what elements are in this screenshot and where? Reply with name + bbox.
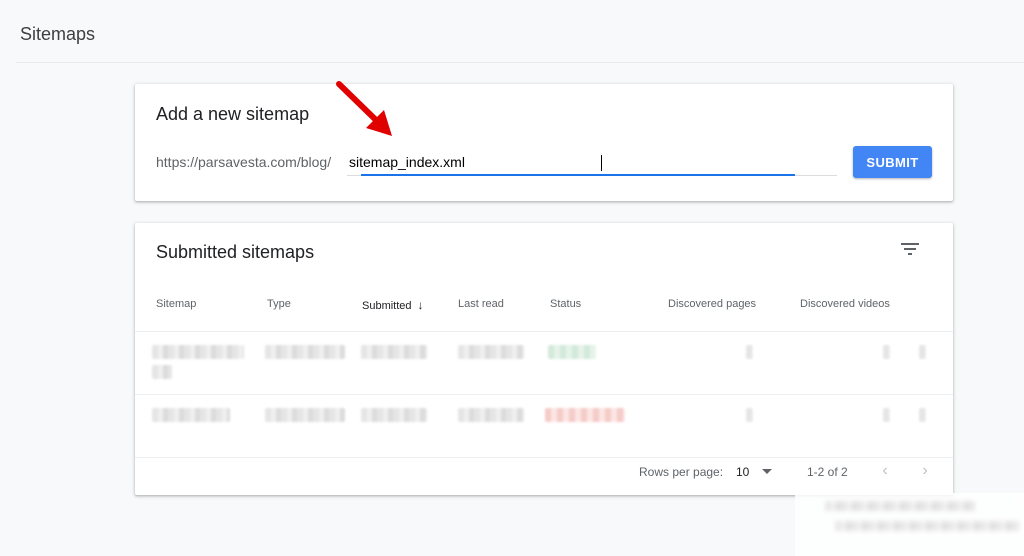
sitemap-url-input[interactable]: [347, 151, 839, 173]
redacted-discovered-pages: [746, 408, 753, 422]
redacted-type: [265, 408, 345, 422]
arrow-down-icon: ↓: [417, 298, 424, 312]
redacted-status: [545, 408, 625, 422]
chevron-left-icon[interactable]: ‹: [875, 461, 895, 481]
annotation-arrow-icon: [336, 81, 392, 136]
redacted-sitemap: [152, 408, 230, 422]
filter-icon[interactable]: [901, 242, 919, 256]
redacted-discovered-videos: [883, 345, 890, 359]
column-header-status[interactable]: Status: [550, 298, 581, 310]
submit-button[interactable]: SUBMIT: [853, 146, 932, 178]
column-header-submitted-label: Submitted: [362, 300, 412, 312]
submitted-sitemaps-card: Submitted sitemaps Sitemap Type Submitte…: [135, 223, 953, 495]
redacted-sitemap-2: [152, 365, 172, 379]
redacted-status: [548, 345, 596, 359]
column-header-submitted[interactable]: Submitted ↓: [362, 298, 424, 312]
add-sitemap-card: Add a new sitemap https://parsavesta.com…: [135, 84, 953, 201]
sitemap-input-wrapper: [347, 151, 839, 176]
column-header-sitemap[interactable]: Sitemap: [156, 298, 196, 310]
redacted-watermark-line-2: [835, 521, 1020, 531]
redacted-discovered-videos: [883, 408, 890, 422]
table-row[interactable]: [135, 331, 953, 395]
submitted-sitemaps-title: Submitted sitemaps: [156, 242, 315, 262]
redacted-last-read: [458, 408, 524, 422]
redacted-watermark-line-1: [825, 501, 975, 511]
column-header-discovered-pages[interactable]: Discovered pages: [668, 298, 756, 310]
page-range: 1-2 of 2: [807, 465, 848, 479]
input-focus-underline: [361, 174, 795, 176]
dropdown-icon[interactable]: [762, 469, 772, 474]
redacted-watermark: [795, 493, 1024, 556]
page-title: Sitemaps: [20, 24, 96, 44]
redacted-sitemap: [152, 345, 244, 359]
add-sitemap-title: Add a new sitemap: [156, 104, 310, 124]
column-header-last-read[interactable]: Last read: [458, 298, 504, 310]
redacted-last-read: [458, 345, 524, 359]
url-prefix: https://parsavesta.com/blog/: [156, 154, 332, 170]
redacted-extra: [919, 345, 926, 359]
redacted-discovered-pages: [746, 345, 753, 359]
redacted-type: [265, 345, 345, 359]
column-header-type[interactable]: Type: [267, 298, 291, 310]
text-caret: [601, 155, 602, 171]
chevron-right-icon[interactable]: ›: [915, 461, 935, 481]
column-header-discovered-videos[interactable]: Discovered videos: [800, 298, 890, 310]
rows-per-page-label: Rows per page:: [639, 465, 724, 479]
redacted-extra: [919, 408, 926, 422]
pagination: Rows per page: 10 1-2 of 2 ‹ ›: [135, 457, 953, 495]
table-header: Sitemap Type Submitted ↓ Last read Status…: [135, 283, 953, 332]
rows-per-page-select[interactable]: 10: [736, 465, 749, 479]
table-row[interactable]: [135, 394, 953, 458]
redacted-submitted: [361, 345, 427, 359]
header-divider: [16, 62, 1024, 63]
redacted-submitted: [361, 408, 427, 422]
